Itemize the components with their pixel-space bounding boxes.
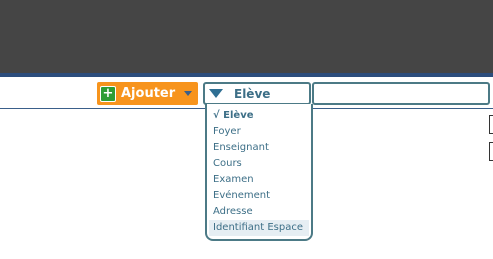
- dropdown-item-label: Evénement: [213, 190, 271, 201]
- search-input[interactable]: [312, 82, 490, 105]
- dropdown-item-label: Cours: [213, 158, 242, 169]
- header-accent-line: [0, 73, 493, 77]
- search-type-value: Elève: [234, 86, 271, 101]
- dropdown-list: √ Elève Foyer Enseignant Cours Examen Evéneme…: [207, 104, 311, 236]
- dropdown-item-label: Elève: [223, 110, 254, 121]
- dropdown-item-adresse[interactable]: Adresse: [209, 204, 309, 220]
- dropdown-item-label: Enseignant: [213, 142, 269, 153]
- edge-box-2: [489, 142, 493, 161]
- search-type-dropdown: √ Elève Foyer Enseignant Cours Examen Evéneme…: [205, 104, 313, 241]
- dropdown-item-identifiant-espace[interactable]: Identifiant Espace: [209, 220, 309, 236]
- triangle-down-icon: [209, 89, 223, 98]
- dropdown-item-label: Examen: [213, 174, 254, 185]
- dropdown-item-label: Foyer: [213, 126, 241, 137]
- dropdown-item-cours[interactable]: Cours: [209, 156, 309, 172]
- dropdown-item-enseignant[interactable]: Enseignant: [209, 140, 309, 156]
- dropdown-item-label: Identifiant Espace: [213, 222, 304, 233]
- add-button-label: Ajouter: [121, 86, 176, 101]
- dropdown-item-examen[interactable]: Examen: [209, 172, 309, 188]
- dropdown-item-elève[interactable]: √ Elève: [209, 108, 309, 124]
- dropdown-item-label: Adresse: [213, 206, 253, 217]
- edge-box-1: [489, 115, 493, 134]
- search-type-select[interactable]: Elève: [203, 82, 311, 105]
- plus-icon: +: [100, 85, 116, 102]
- app-header: [0, 0, 493, 73]
- dropdown-item-foyer[interactable]: Foyer: [209, 124, 309, 140]
- add-button[interactable]: + Ajouter: [97, 82, 198, 105]
- check-icon: √: [213, 110, 220, 121]
- caret-down-icon: [184, 91, 193, 96]
- dropdown-item-evénement[interactable]: Evénement: [209, 188, 309, 204]
